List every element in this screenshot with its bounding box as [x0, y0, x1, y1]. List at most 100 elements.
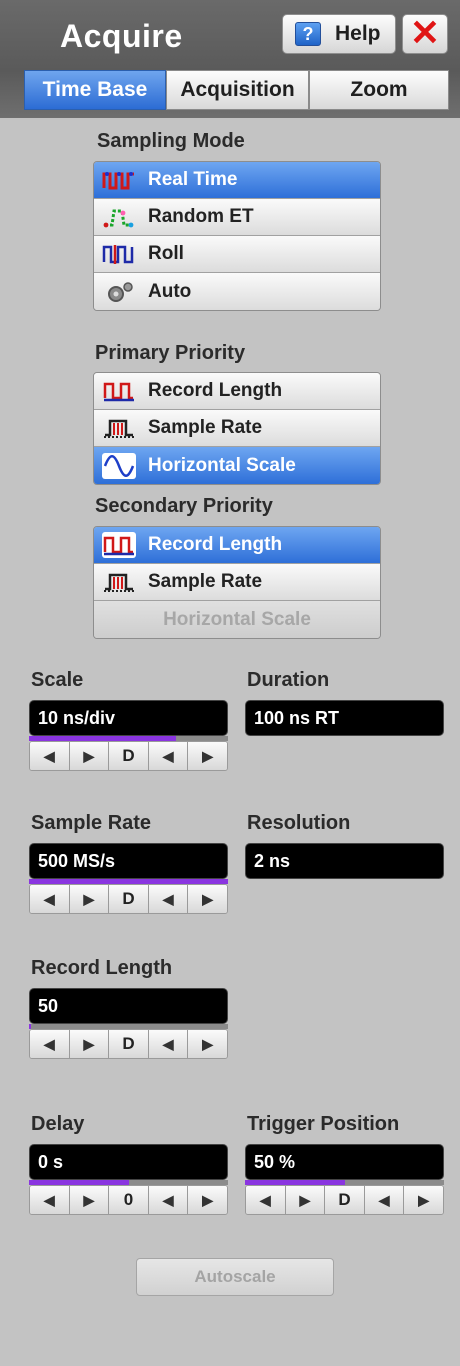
record-length-fine-up-button[interactable]: ▶ [188, 1030, 227, 1058]
record-length-icon [100, 532, 138, 558]
secondary-priority-record-length[interactable]: Record Length [94, 527, 380, 564]
delay-fine-down-button[interactable]: ◀ [148, 1186, 189, 1214]
resolution-value: 2 ns [245, 843, 444, 879]
scale-coarse-up-button[interactable]: ▶ [69, 742, 110, 770]
autoscale-button: Autoscale [136, 1258, 334, 1296]
trigger-position-fine-up-button[interactable]: ▶ [404, 1186, 443, 1214]
option-label: Sample Rate [148, 417, 263, 438]
right-arrow-icon: ▶ [418, 1191, 430, 1208]
roll-waveform-icon [100, 241, 138, 267]
tab-time-base[interactable]: Time Base [24, 70, 166, 110]
default-label: D [122, 889, 135, 908]
right-arrow-icon: ▶ [202, 747, 214, 764]
duration-label: Duration [247, 669, 330, 691]
sample-rate-fine-down-button[interactable]: ◀ [148, 885, 189, 913]
sample-rate-label: Sample Rate [31, 812, 152, 834]
delay-control: 0 s ◀ ▶ 0 ◀ ▶ [29, 1144, 228, 1215]
sample-rate-coarse-down-button[interactable]: ◀ [30, 885, 70, 913]
help-button[interactable]: ? Help [282, 14, 396, 54]
trigger-position-coarse-down-button[interactable]: ◀ [246, 1186, 286, 1214]
left-arrow-icon: ◀ [162, 1191, 174, 1208]
sampling-mode-random-et[interactable]: Random ET [94, 199, 380, 236]
primary-priority-horizontal-scale[interactable]: Horizontal Scale [94, 447, 380, 484]
record-length-icon [100, 378, 138, 404]
left-arrow-icon: ◀ [43, 890, 55, 907]
record-length-coarse-down-button[interactable]: ◀ [30, 1030, 70, 1058]
option-label: Real Time [148, 169, 238, 190]
autoscale-label: Autoscale [194, 1267, 276, 1286]
record-length-value[interactable]: 50 [29, 988, 228, 1024]
option-label: Roll [148, 243, 184, 264]
sample-rate-value[interactable]: 500 MS/s [29, 843, 228, 879]
sampling-mode-label: Sampling Mode [97, 130, 245, 152]
scale-fine-down-button[interactable]: ◀ [148, 742, 189, 770]
help-label: Help [335, 22, 381, 45]
delay-steppers: ◀ ▶ 0 ◀ ▶ [29, 1185, 228, 1215]
delay-fine-up-button[interactable]: ▶ [188, 1186, 227, 1214]
left-arrow-icon: ◀ [259, 1191, 271, 1208]
record-length-coarse-up-button[interactable]: ▶ [69, 1030, 110, 1058]
option-label: Horizontal Scale [163, 608, 311, 630]
resolution-label: Resolution [247, 812, 351, 834]
delay-value[interactable]: 0 s [29, 1144, 228, 1180]
duration-value: 100 ns RT [245, 700, 444, 736]
scale-label: Scale [31, 669, 84, 691]
primary-priority-record-length[interactable]: Record Length [94, 373, 380, 410]
scale-value[interactable]: 10 ns/div [29, 700, 228, 736]
delay-coarse-up-button[interactable]: ▶ [69, 1186, 110, 1214]
tab-zoom[interactable]: Zoom [309, 70, 449, 110]
panel-title: Acquire [60, 18, 183, 54]
secondary-priority-group: Record Length Sample Rate Horizontal Sca… [93, 526, 381, 639]
option-label: Sample Rate [148, 571, 263, 592]
sampling-mode-real-time[interactable]: Real Time [94, 162, 380, 199]
option-label: Record Length [148, 380, 283, 401]
trigger-position-value[interactable]: 50 % [245, 1144, 444, 1180]
close-button[interactable]: ✕ [402, 14, 448, 54]
tab-label: Zoom [350, 78, 408, 101]
trigger-position-control: 50 % ◀ ▶ D ◀ ▶ [245, 1144, 444, 1215]
sampling-mode-auto[interactable]: Auto [94, 273, 380, 310]
sample-rate-coarse-up-button[interactable]: ▶ [69, 885, 110, 913]
left-arrow-icon: ◀ [162, 890, 174, 907]
tab-label: Acquisition [180, 78, 295, 101]
sample-rate-fine-up-button[interactable]: ▶ [188, 885, 227, 913]
right-arrow-icon: ▶ [83, 1191, 95, 1208]
sample-rate-icon [100, 569, 138, 595]
trigger-position-default-button[interactable]: D [325, 1186, 365, 1214]
left-arrow-icon: ◀ [43, 1191, 55, 1208]
delay-coarse-down-button[interactable]: ◀ [30, 1186, 70, 1214]
right-arrow-icon: ▶ [202, 1191, 214, 1208]
scale-default-button[interactable]: D [109, 742, 149, 770]
left-arrow-icon: ◀ [162, 747, 174, 764]
scale-fine-up-button[interactable]: ▶ [188, 742, 227, 770]
tab-acquisition[interactable]: Acquisition [166, 70, 309, 110]
trigger-position-steppers: ◀ ▶ D ◀ ▶ [245, 1185, 444, 1215]
record-length-steppers: ◀ ▶ D ◀ ▶ [29, 1029, 228, 1059]
left-arrow-icon: ◀ [43, 1035, 55, 1052]
sine-wave-icon [100, 452, 138, 479]
right-arrow-icon: ▶ [83, 1035, 95, 1052]
scale-coarse-down-button[interactable]: ◀ [30, 742, 70, 770]
trigger-position-coarse-up-button[interactable]: ▶ [285, 1186, 326, 1214]
secondary-priority-sample-rate[interactable]: Sample Rate [94, 564, 380, 601]
tab-label: Time Base [42, 78, 148, 101]
default-label: D [122, 1034, 135, 1053]
delay-zero-button[interactable]: 0 [109, 1186, 149, 1214]
right-arrow-icon: ▶ [202, 1035, 214, 1052]
right-arrow-icon: ▶ [83, 890, 95, 907]
scale-steppers: ◀ ▶ D ◀ ▶ [29, 741, 228, 771]
primary-priority-sample-rate[interactable]: Sample Rate [94, 410, 380, 447]
right-arrow-icon: ▶ [83, 747, 95, 764]
sampling-mode-group: Real Time Random ET Roll Auto [93, 161, 381, 311]
sample-rate-default-button[interactable]: D [109, 885, 149, 913]
sample-rate-control: 500 MS/s ◀ ▶ D ◀ ▶ [29, 843, 228, 914]
primary-priority-label: Primary Priority [95, 342, 246, 364]
scale-control: 10 ns/div ◀ ▶ D ◀ ▶ [29, 700, 228, 771]
record-length-fine-down-button[interactable]: ◀ [148, 1030, 189, 1058]
help-icon: ? [295, 22, 321, 46]
sampling-mode-roll[interactable]: Roll [94, 236, 380, 273]
trigger-position-fine-down-button[interactable]: ◀ [364, 1186, 405, 1214]
secondary-priority-horizontal-scale: Horizontal Scale [94, 601, 380, 638]
record-length-default-button[interactable]: D [109, 1030, 149, 1058]
secondary-priority-label: Secondary Priority [95, 495, 273, 517]
